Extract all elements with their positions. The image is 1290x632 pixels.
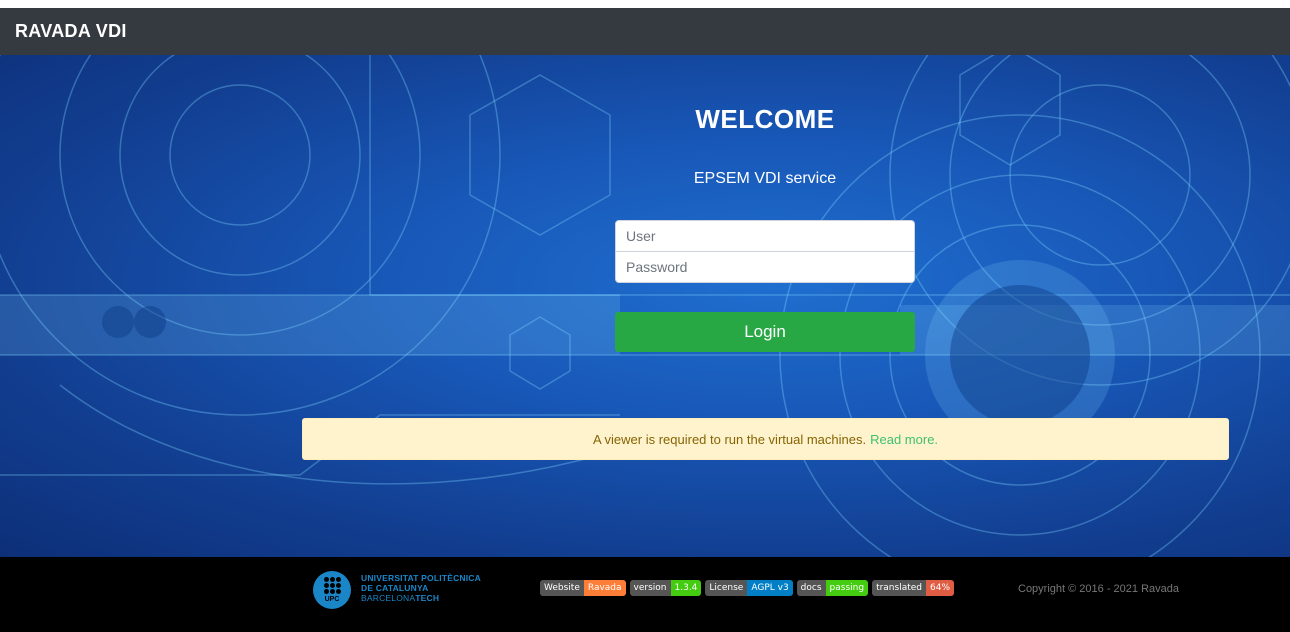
badge-label: docs: [796, 580, 826, 596]
badges: Website Ravada version 1.3.4 License AGPL v…: [540, 580, 955, 596]
alert-text: A viewer is required to run the virtual …: [592, 431, 867, 447]
user-input[interactable]: [615, 220, 915, 252]
upc-abbr: UPC: [324, 596, 340, 603]
login-button[interactable]: Login: [615, 312, 915, 352]
upc-logo-icon[interactable]: UPC: [313, 571, 351, 609]
badge-label: version: [629, 580, 671, 596]
brand-link[interactable]: RAVADA VDI: [15, 21, 127, 42]
footer: UPC UNIVERSITAT POLITÈCNICA DE CATALUNYA…: [0, 557, 1290, 632]
badge-value: passing: [825, 580, 869, 596]
badge-website[interactable]: Website Ravada: [540, 580, 626, 596]
badge-value: AGPL v3: [747, 580, 793, 596]
badge-translated[interactable]: translated 64%: [872, 580, 955, 596]
service-subtitle: EPSEM VDI service: [693, 170, 837, 187]
badge-value: 1.3.4: [670, 580, 702, 596]
top-strip: [0, 0, 1290, 8]
login-hero: WELCOME EPSEM VDI service Login A viewer…: [0, 55, 1290, 557]
badge-label: translated: [872, 580, 926, 596]
badge-value: Ravada: [583, 580, 626, 596]
upc-line-1: UNIVERSITAT POLITÈCNICA: [361, 573, 481, 583]
upc-line-2: DE CATALUNYA: [361, 583, 429, 593]
upc-logo-text[interactable]: UNIVERSITAT POLITÈCNICA DE CATALUNYA BAR…: [361, 573, 481, 603]
password-input[interactable]: [615, 251, 915, 283]
read-more-link[interactable]: Read more.: [870, 432, 938, 447]
badge-label: Website: [540, 580, 584, 596]
login-form: [615, 220, 915, 283]
upc-line-3-light: BARCELONA: [361, 593, 416, 603]
copyright-text: Copyright © 2016 - 2021 Ravada: [1018, 583, 1179, 595]
badge-license[interactable]: License AGPL v3: [705, 580, 793, 596]
welcome-heading: WELCOME: [695, 104, 835, 134]
badge-version[interactable]: version 1.3.4: [629, 580, 702, 596]
badge-label: License: [705, 580, 748, 596]
badge-docs[interactable]: docs passing: [796, 580, 869, 596]
badge-value: 64%: [926, 580, 955, 596]
upc-line-3-bold: TECH: [415, 593, 440, 603]
navbar: RAVADA VDI: [0, 8, 1290, 55]
viewer-alert: A viewer is required to run the virtual …: [302, 418, 1229, 460]
